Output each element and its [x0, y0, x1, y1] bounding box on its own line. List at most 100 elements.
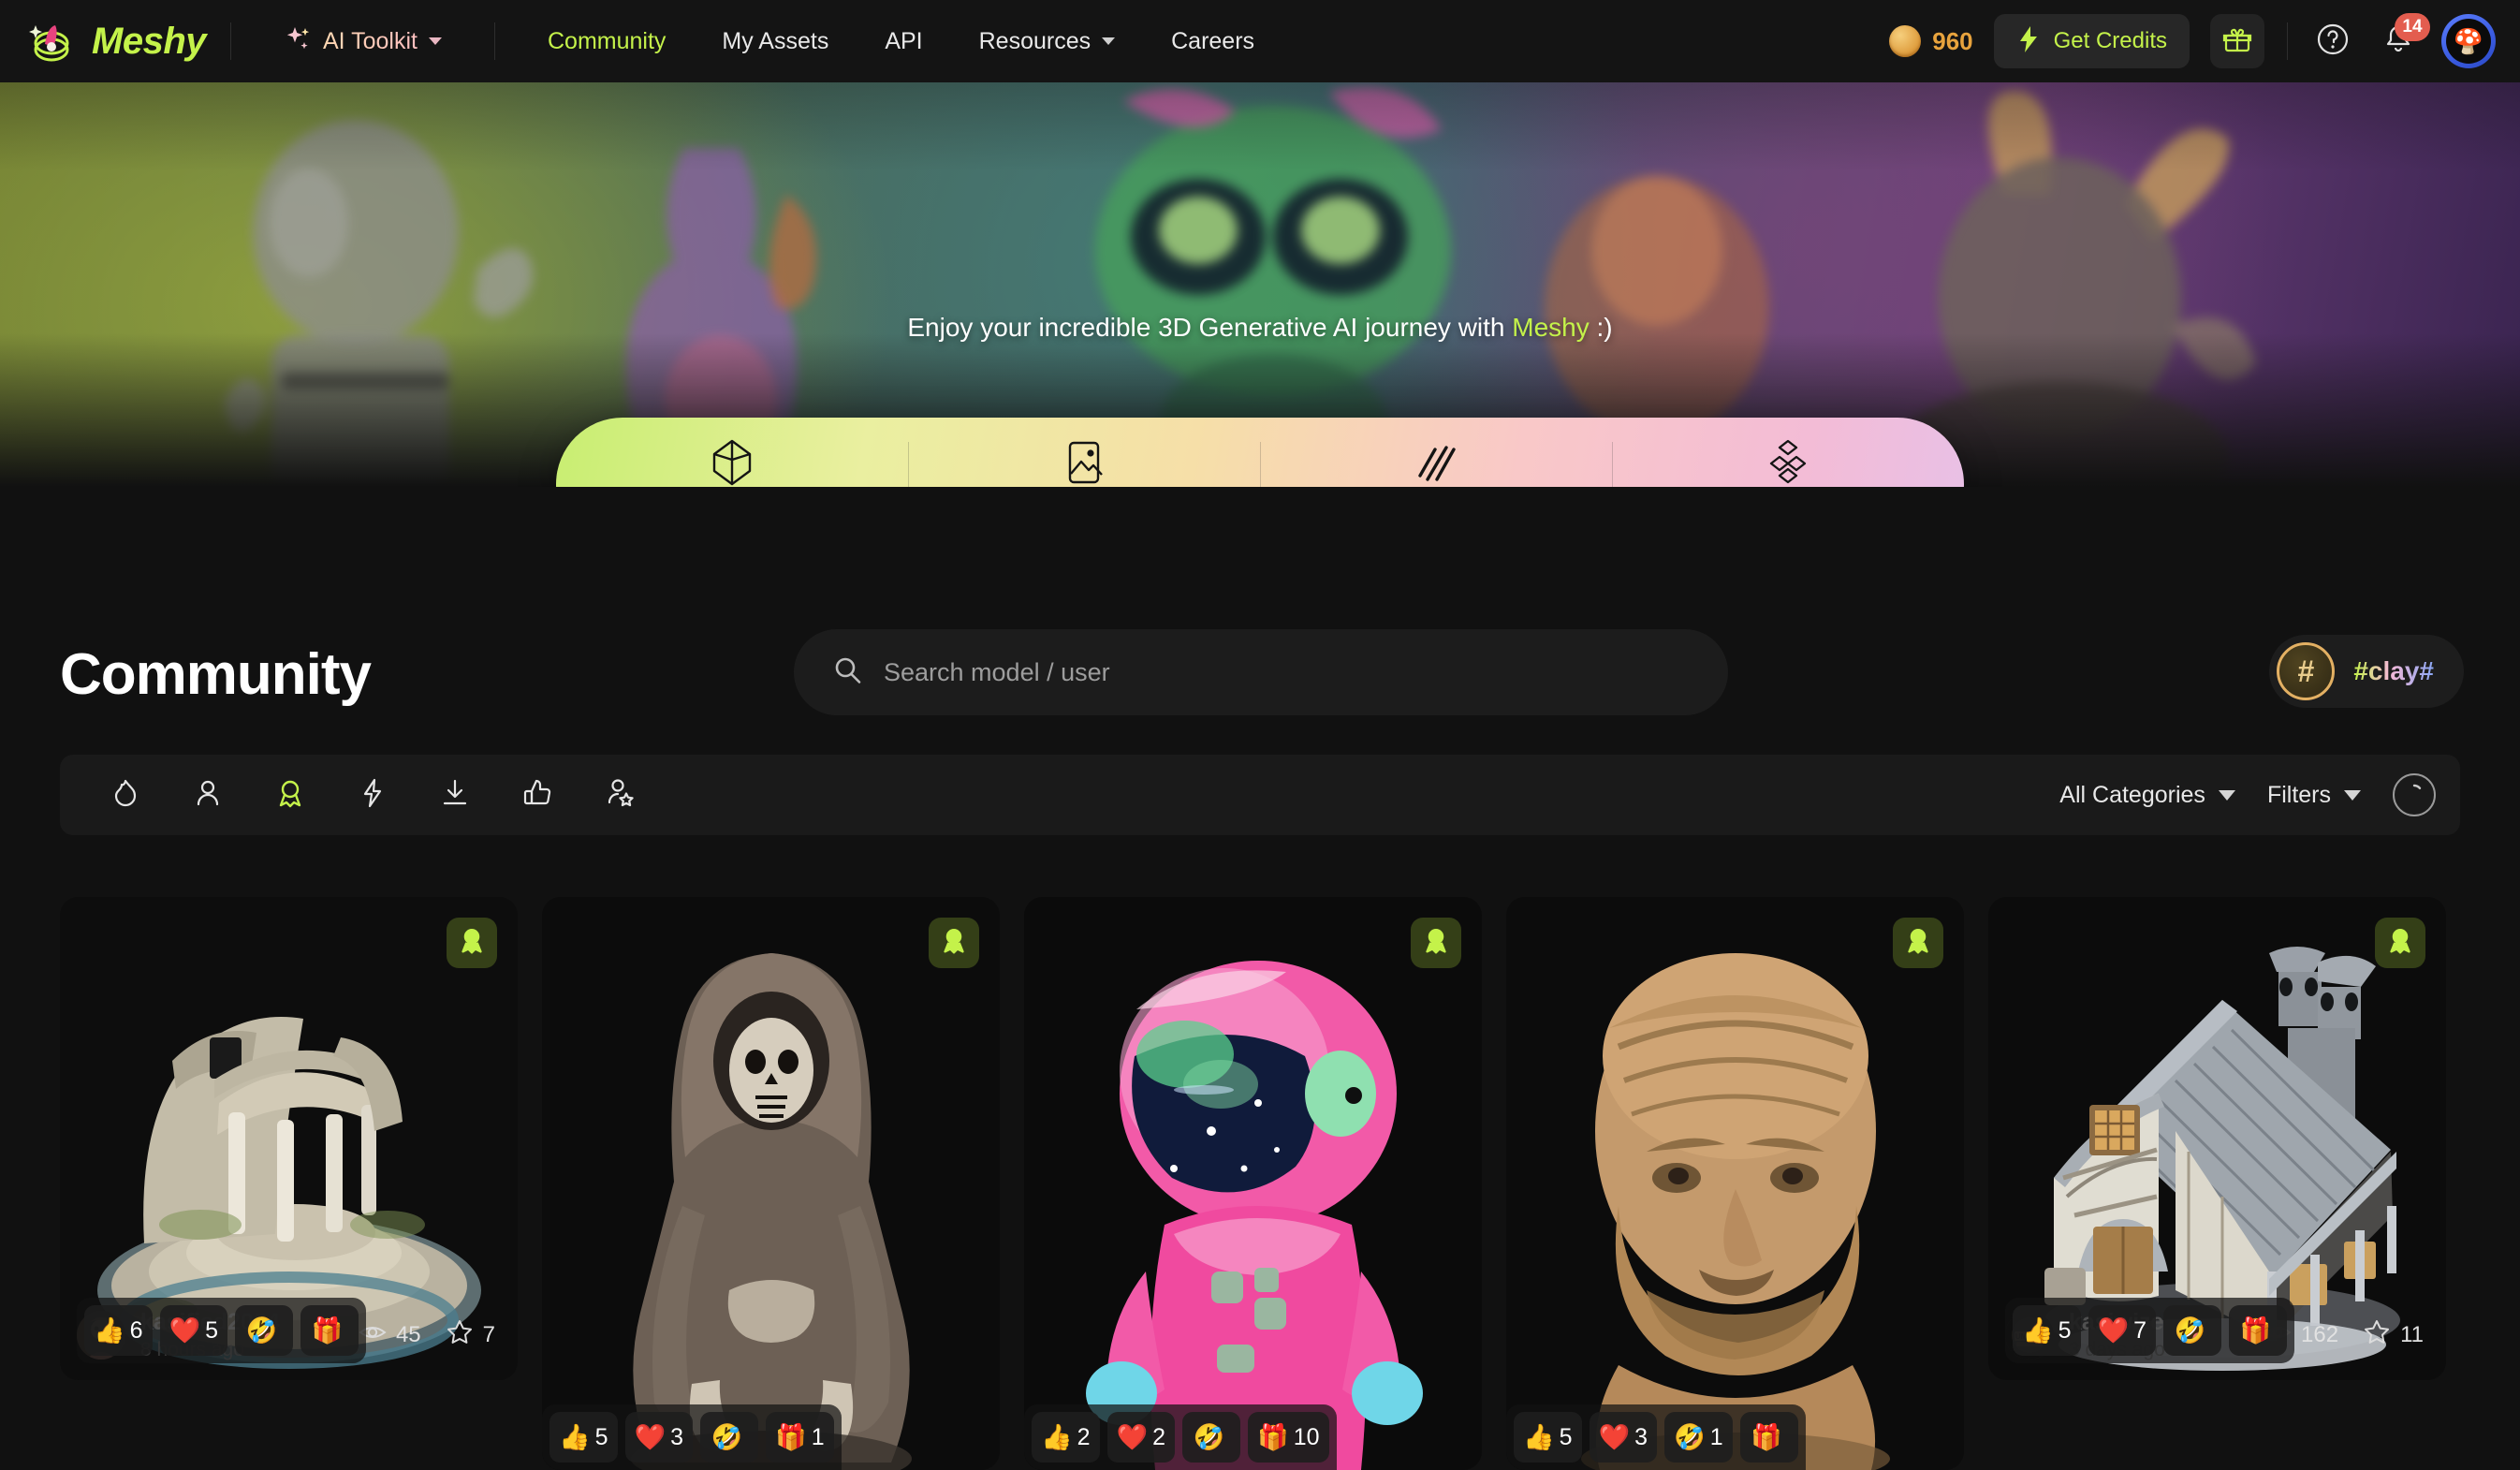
- nav-item-community[interactable]: Community: [520, 19, 694, 65]
- search-input[interactable]: Search model / user: [794, 629, 1728, 715]
- reaction-heart[interactable]: ❤️ 3: [1589, 1412, 1658, 1463]
- reaction-gift[interactable]: 🎁 10: [1248, 1412, 1329, 1463]
- sort-filter-icons: [84, 766, 661, 824]
- filters-dropdown[interactable]: Filters: [2267, 782, 2361, 809]
- model-card[interactable]: 👍 2 ❤️ 2 🤣 🎁 10: [1024, 897, 1482, 1470]
- heart-emoji: ❤️: [2097, 1316, 2130, 1345]
- laugh-emoji: 🤣: [711, 1422, 743, 1451]
- reaction-count: 5: [1559, 1423, 1573, 1450]
- nav-links: Community My Assets API Resources Career…: [520, 19, 1282, 65]
- star-count[interactable]: 7: [446, 1318, 495, 1353]
- thumbs-up-emoji: 👍: [1041, 1422, 1073, 1451]
- nav-item-my-assets[interactable]: My Assets: [694, 19, 857, 65]
- reaction-laugh[interactable]: 🤣: [700, 1412, 759, 1463]
- reaction-heart[interactable]: ❤️ 3: [624, 1412, 694, 1463]
- nav-item-careers[interactable]: Careers: [1143, 19, 1282, 65]
- staff-pick-badge: [929, 918, 979, 968]
- model-card[interactable]: 👍 6 ❤️ 5 🤣 🎁 45 7: [60, 897, 518, 1380]
- all-categories-dropdown[interactable]: All Categories: [2059, 782, 2235, 809]
- star-icon: [2363, 1318, 2391, 1353]
- chevron-down-icon: [1102, 37, 1116, 45]
- reaction-thumbs-up[interactable]: 👍 5: [2013, 1305, 2081, 1356]
- staff-pick-badge: [1411, 918, 1461, 968]
- filter-new-button[interactable]: [331, 766, 414, 824]
- nav-divider-3: [2287, 22, 2288, 60]
- clay-bust-head-art: [1506, 897, 1964, 1470]
- thumbs-up-emoji: 👍: [94, 1316, 125, 1345]
- user-avatar[interactable]: 🍄: [2441, 14, 2496, 68]
- cube-outline-icon: [711, 438, 754, 487]
- reaction-thumbs-up[interactable]: 👍 5: [549, 1412, 618, 1463]
- search-icon: [831, 654, 863, 691]
- star-icon: [446, 1318, 474, 1353]
- filter-following-button[interactable]: [167, 766, 249, 824]
- model-card[interactable]: 👍 5 ❤️ 3 🤣 🎁 1: [542, 897, 1000, 1470]
- active-tag-chip[interactable]: # #clay#: [2269, 635, 2464, 708]
- help-button[interactable]: [2310, 19, 2355, 64]
- notifications-button[interactable]: 14: [2376, 13, 2430, 64]
- reaction-laugh[interactable]: 🤣: [235, 1305, 294, 1356]
- gift-emoji: 🎁: [1257, 1422, 1289, 1451]
- nav-item-api[interactable]: API: [857, 19, 950, 65]
- reaction-thumbs-up[interactable]: 👍 6: [84, 1305, 153, 1356]
- reaction-count: 5: [594, 1423, 608, 1450]
- award-icon: [1421, 926, 1451, 961]
- model-thumbnail[interactable]: 👍 5 ❤️ 3 🤣 1 🎁: [1506, 897, 1964, 1470]
- star-count[interactable]: 11: [2363, 1318, 2424, 1353]
- hooded-reaper-art: [542, 897, 1000, 1470]
- nav-item-resources[interactable]: Resources: [951, 19, 1144, 65]
- laugh-emoji: 🤣: [245, 1316, 278, 1345]
- chevron-down-icon: [2344, 789, 2361, 801]
- nav-item-resources-label: Resources: [978, 27, 1092, 54]
- filter-downloads-button[interactable]: [414, 766, 496, 824]
- active-tag-label: #clay#: [2353, 656, 2434, 685]
- reaction-heart[interactable]: ❤️ 2: [1106, 1412, 1176, 1463]
- credit-balance[interactable]: 960: [1889, 25, 1973, 57]
- filter-trending-button[interactable]: [84, 766, 167, 824]
- flame-icon: [110, 777, 141, 814]
- brand-logo[interactable]: Meshy: [0, 16, 207, 66]
- reaction-thumbs-up[interactable]: 👍 5: [1514, 1412, 1582, 1463]
- page-title: Community: [60, 641, 372, 707]
- reaction-count: 2: [1077, 1423, 1091, 1450]
- model-card[interactable]: 👍 5 ❤️ 3 🤣 1 🎁: [1506, 897, 1964, 1470]
- nav-ai-toolkit[interactable]: AI Toolkit: [256, 15, 470, 68]
- staff-pick-badge: [447, 918, 497, 968]
- mode-text-to-3d[interactable]: Text to 3D: [556, 418, 908, 487]
- reaction-count: 6: [129, 1316, 143, 1344]
- reaction-heart[interactable]: ❤️ 5: [159, 1305, 228, 1356]
- model-card[interactable]: 👍 5 ❤️ 7 🤣 🎁 162 11: [1988, 897, 2446, 1380]
- filter-staff-picks-button[interactable]: [249, 766, 331, 824]
- reaction-thumbs-up[interactable]: 👍 2: [1032, 1412, 1100, 1463]
- heart-emoji: ❤️: [1116, 1422, 1149, 1451]
- reaction-bar: 👍 5 ❤️ 3 🤣 🎁 1: [542, 1404, 842, 1470]
- award-icon: [1903, 926, 1933, 961]
- filter-featured-creators-button[interactable]: [579, 766, 661, 824]
- reaction-gift[interactable]: 🎁: [1739, 1412, 1798, 1463]
- reaction-laugh[interactable]: 🤣: [2163, 1305, 2222, 1356]
- model-thumbnail[interactable]: 👍 2 ❤️ 2 🤣 🎁 10: [1024, 897, 1482, 1470]
- refresh-button[interactable]: [2393, 773, 2436, 816]
- notification-count-badge: 14: [2395, 13, 2430, 41]
- nav-item-community-label: Community: [547, 27, 667, 54]
- chevron-down-icon: [2218, 789, 2235, 801]
- generation-mode-pill: Text to 3D Image to 3D AI Texturing: [556, 418, 1964, 487]
- mode-text-to-voxel[interactable]: Text to Voxel: [1612, 418, 1964, 487]
- reaction-heart[interactable]: ❤️ 7: [2088, 1305, 2157, 1356]
- mode-image-to-3d[interactable]: Image to 3D: [908, 418, 1260, 487]
- reaction-gift[interactable]: 🎁: [300, 1305, 359, 1356]
- mode-ai-texturing[interactable]: AI Texturing: [1260, 418, 1612, 487]
- reaction-gift[interactable]: 🎁: [2229, 1305, 2288, 1356]
- reaction-laugh[interactable]: 🤣 1: [1664, 1412, 1733, 1463]
- gift-button[interactable]: [2210, 14, 2264, 68]
- model-thumbnail[interactable]: 👍 5 ❤️ 3 🤣 🎁 1: [542, 897, 1000, 1470]
- get-credits-label: Get Credits: [2053, 28, 2167, 53]
- reaction-gift[interactable]: 🎁 1: [766, 1412, 834, 1463]
- filter-likes-button[interactable]: [496, 766, 579, 824]
- search-placeholder: Search model / user: [884, 657, 1110, 686]
- reaction-count: 3: [670, 1423, 684, 1450]
- reaction-laugh[interactable]: 🤣: [1182, 1412, 1241, 1463]
- get-credits-button[interactable]: Get Credits: [1993, 14, 2190, 68]
- reaction-count: 3: [1634, 1423, 1648, 1450]
- diagonal-stripes-icon: [1414, 438, 1458, 487]
